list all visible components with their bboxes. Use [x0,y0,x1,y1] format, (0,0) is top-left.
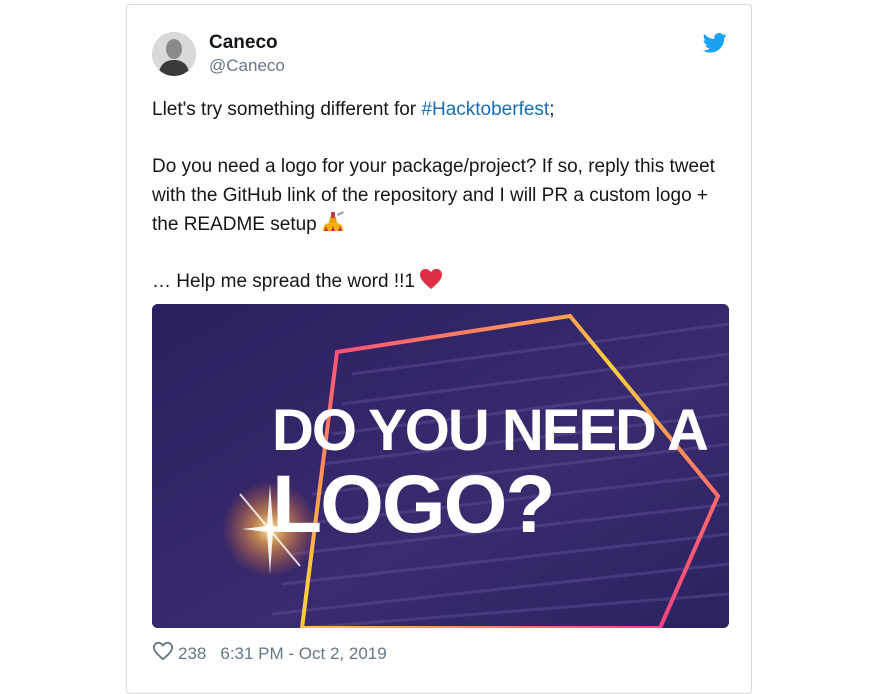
author-handle[interactable]: @Caneco [209,56,285,76]
tweet-timestamp[interactable]: 6:31 PM - Oct 2, 2019 [220,644,386,664]
tweet-card: Caneco @Caneco Llet's try something diff… [126,4,752,694]
tweet-text-intro: Llet's try something different for [152,99,422,120]
like-button[interactable]: 238 [152,641,220,666]
image-headline-line1: DO YOU NEED A [272,398,708,463]
avatar[interactable] [152,32,196,76]
heart-outline-icon [152,641,178,666]
image-headline-line2: LOGO? [272,459,554,550]
tweet-footer: 238 6:31 PM - Oct 2, 2019 [152,641,387,666]
tweet-text-paragraph3: … Help me spread the word !!1 [152,267,722,299]
tweet-text-paragraph2: Do you need a logo for your package/proj… [152,152,722,242]
author-name[interactable]: Caneco [209,32,278,54]
tweet-media-image[interactable]: DO YOU NEED A LOGO? [152,304,729,628]
twitter-bird-icon[interactable] [702,33,727,53]
tweet-text-closing: … Help me spread the word !!1 [152,271,415,292]
red-heart-emoji [419,268,443,299]
hashtag-link[interactable]: #Hacktoberfest [421,99,549,120]
like-count: 238 [178,643,207,663]
tweet-text-suffix: ; [549,99,555,120]
nail-polish-emoji [321,211,345,242]
tweet-text-body: Do you need a logo for your package/proj… [152,156,715,235]
tweet-text-line1: Llet's try something different for #Hack… [152,95,722,124]
